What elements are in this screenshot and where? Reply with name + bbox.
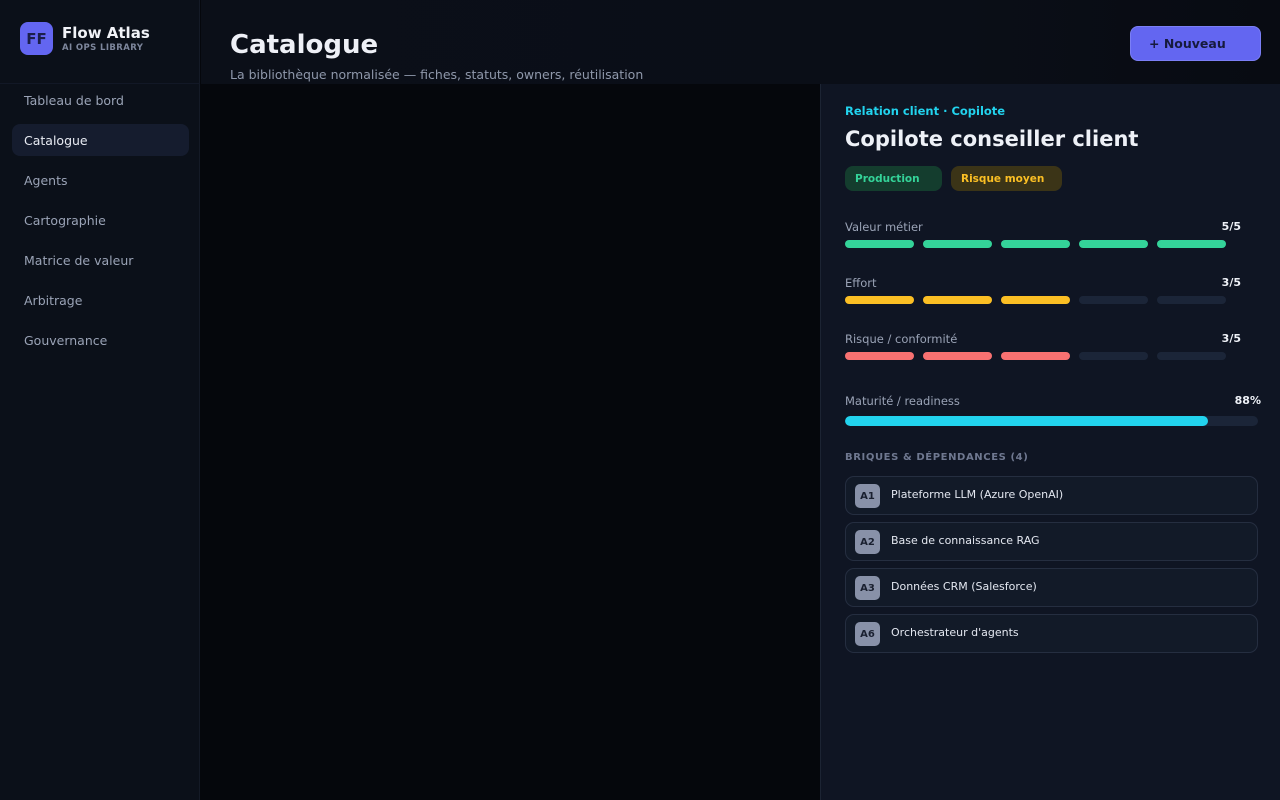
metric-segments [845,240,1245,248]
dependency-code: A1 [855,484,880,508]
readiness-track [845,416,1258,426]
detail-kicker: Relation client · Copilote [845,104,1006,118]
metric-label: Effort [845,276,877,290]
page-subtitle: La bibliothèque normalisée — fiches, sta… [230,67,644,82]
brand-name: Flow Atlas [62,24,150,42]
metric-value: 3/5 [1221,276,1241,289]
dependency-code: A6 [855,622,880,646]
dependency-item[interactable]: A6 Orchestrateur d'agents [845,614,1258,653]
metric-value: 5/5 [1221,220,1241,233]
metric-segment [923,352,992,360]
dependency-label: Plateforme LLM (Azure OpenAI) [891,488,1064,501]
brand-subtitle: AI OPS LIBRARY [62,43,144,53]
sidebar: FF Flow Atlas AI OPS LIBRARY Tableau de … [0,0,200,800]
sidebar-item-gouvernance[interactable]: Gouvernance [12,324,189,356]
metric-segment [1079,352,1148,360]
dependency-item[interactable]: A2 Base de connaissance RAG [845,522,1258,561]
sidebar-nav: Tableau de bord Catalogue Agents Cartogr… [12,84,189,356]
dependency-label: Données CRM (Salesforce) [891,580,1037,593]
metric-segment [1079,296,1148,304]
dependency-label: Base de connaissance RAG [891,534,1040,547]
metric-label: Risque / conformité [845,332,958,346]
sidebar-item-cartographie[interactable]: Cartographie [12,204,189,236]
sidebar-item-matrice-de-valeur[interactable]: Matrice de valeur [12,244,189,276]
status-badge: Production [845,166,942,191]
dependency-item[interactable]: A3 Données CRM (Salesforce) [845,568,1258,607]
sidebar-item-tableau-de-bord[interactable]: Tableau de bord [12,84,189,116]
metric-label: Valeur métier [845,220,923,234]
dependency-item[interactable]: A1 Plateforme LLM (Azure OpenAI) [845,476,1258,515]
metric-segments [845,352,1245,360]
app-root: FF Flow Atlas AI OPS LIBRARY Tableau de … [0,0,1280,800]
dependencies-title: BRIQUES & DÉPENDANCES (4) [845,452,1029,463]
metric-segment [845,296,914,304]
detail-title: Copilote conseiller client [845,127,1139,151]
readiness-value: 88% [1234,394,1261,407]
metric-segment [1157,240,1226,248]
dependency-code: A2 [855,530,880,554]
metric-segment [1001,240,1070,248]
sidebar-item-agents[interactable]: Agents [12,164,189,196]
readiness-fill [845,416,1209,426]
metric-segment [923,296,992,304]
metric-segment [1157,352,1226,360]
brand: FF Flow Atlas AI OPS LIBRARY [0,0,200,84]
dependency-label: Orchestrateur d'agents [891,626,1019,639]
metric-segment [845,240,914,248]
detail-panel: Relation client · Copilote Copilote cons… [820,84,1280,800]
readiness-label: Maturité / readiness [845,394,960,408]
metric-segment [1157,296,1226,304]
metric-segment [1079,240,1148,248]
metric-segments [845,296,1245,304]
page-header: Catalogue La bibliothèque normalisée — f… [201,0,1280,84]
dependencies-list: A1 Plateforme LLM (Azure OpenAI) A2 Base… [845,476,1258,660]
dependency-code: A3 [855,576,880,600]
new-button[interactable]: + Nouveau [1130,26,1261,61]
metric-segment [1001,296,1070,304]
metric-segment [845,352,914,360]
sidebar-item-arbitrage[interactable]: Arbitrage [12,284,189,316]
metric-value: 3/5 [1221,332,1241,345]
risk-badge: Risque moyen [951,166,1062,191]
brand-logo: FF [20,22,53,55]
metric-segment [1001,352,1070,360]
catalogue-list-area [201,84,820,800]
metric-segment [923,240,992,248]
page-title: Catalogue [230,30,379,60]
sidebar-item-catalogue[interactable]: Catalogue [12,124,189,156]
